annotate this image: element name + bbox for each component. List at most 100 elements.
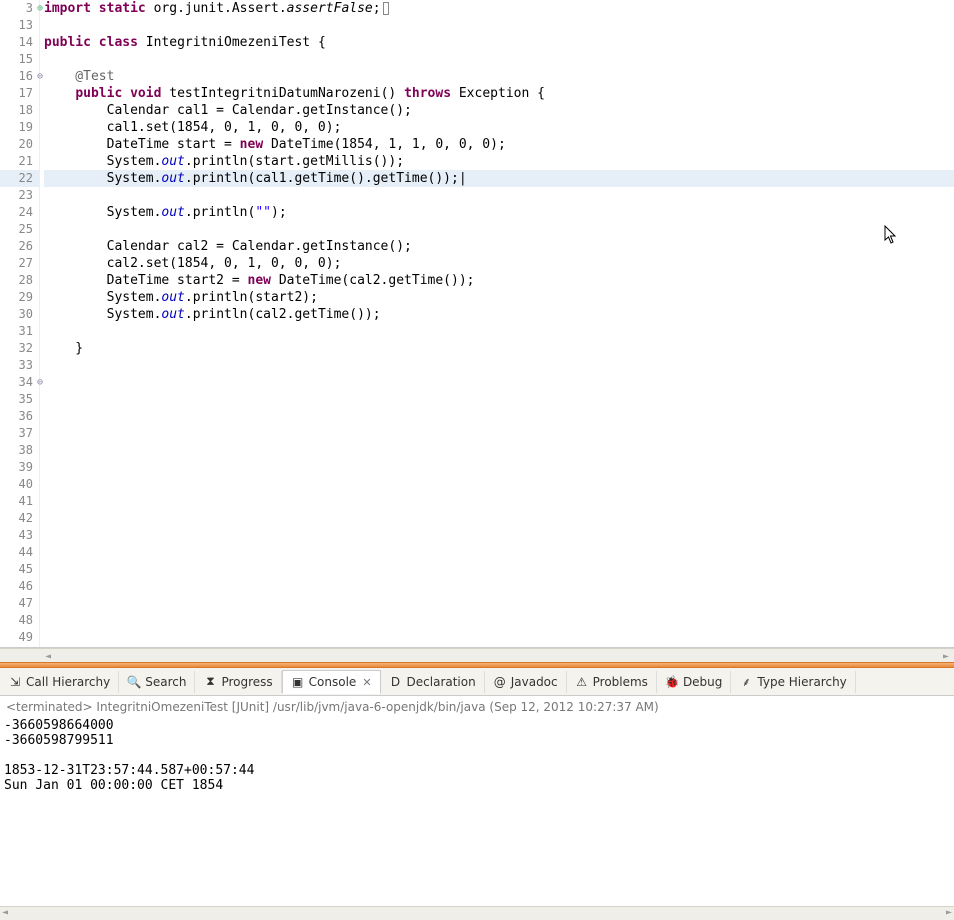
code-line[interactable]: DateTime start = new DateTime(1854, 1, 1… <box>44 136 954 153</box>
tab-label: Debug <box>683 675 722 689</box>
line-number: 27 <box>0 255 39 272</box>
code-line[interactable] <box>44 510 954 527</box>
code-line[interactable]: } <box>44 340 954 357</box>
line-number: 24 <box>0 204 39 221</box>
line-number: 47 <box>0 595 39 612</box>
tab-declaration[interactable]: D Declaration <box>381 671 485 693</box>
debug-icon: 🐞 <box>665 675 679 689</box>
tab-label: Javadoc <box>511 675 558 689</box>
line-number: 46 <box>0 578 39 595</box>
line-number: 48 <box>0 612 39 629</box>
code-line[interactable]: cal2.set(1854, 0, 1, 0, 0, 0); <box>44 255 954 272</box>
code-editor[interactable]: 3131415161718192021222324252627282930313… <box>0 0 954 648</box>
code-line[interactable] <box>44 527 954 544</box>
line-number: 40 <box>0 476 39 493</box>
code-line[interactable] <box>44 51 954 68</box>
line-number: 25 <box>0 221 39 238</box>
tab-problems[interactable]: ⚠ Problems <box>567 671 657 693</box>
code-line[interactable]: cal1.set(1854, 0, 1, 0, 0, 0); <box>44 119 954 136</box>
problems-icon: ⚠ <box>575 675 589 689</box>
tab-label: Console <box>309 675 357 689</box>
line-number: 20 <box>0 136 39 153</box>
line-number: 39 <box>0 459 39 476</box>
line-number: 45 <box>0 561 39 578</box>
line-number: 3 <box>0 0 39 17</box>
code-line[interactable]: public class IntegritniOmezeniTest { <box>44 34 954 51</box>
code-line[interactable]: Calendar cal1 = Calendar.getInstance(); <box>44 102 954 119</box>
line-number: 41 <box>0 493 39 510</box>
code-line[interactable] <box>44 612 954 629</box>
tab-debug[interactable]: 🐞 Debug <box>657 671 731 693</box>
code-line[interactable]: System.out.println(""); <box>44 204 954 221</box>
tab-javadoc[interactable]: @Javadoc <box>485 671 567 693</box>
tab-search[interactable]: 🔍Search <box>119 671 195 693</box>
close-icon[interactable]: ✕ <box>362 676 371 689</box>
line-number: 26 <box>0 238 39 255</box>
code-area[interactable]: import static org.junit.Assert.assertFal… <box>40 0 954 647</box>
code-line[interactable] <box>44 561 954 578</box>
line-number: 23 <box>0 187 39 204</box>
line-number: 17 <box>0 85 39 102</box>
scroll-right-icon[interactable]: ► <box>938 649 954 663</box>
code-line[interactable]: public void testIntegritniDatumNarozeni(… <box>44 85 954 102</box>
code-line[interactable] <box>44 544 954 561</box>
line-number: 42 <box>0 510 39 527</box>
editor-horizontal-scrollbar[interactable]: ◄ ► <box>0 648 954 662</box>
tab-label: Progress <box>221 675 272 689</box>
code-line[interactable] <box>44 578 954 595</box>
tab-call-hierarchy[interactable]: ⇲Call Hierarchy <box>0 671 119 693</box>
code-line[interactable] <box>44 323 954 340</box>
code-line[interactable]: System.out.println(cal2.getTime()); <box>44 306 954 323</box>
console-output[interactable]: -3660598664000 -3660598799511 1853-12-31… <box>0 718 954 906</box>
code-line[interactable] <box>44 629 954 646</box>
line-number: 13 <box>0 17 39 34</box>
tab-label: Declaration <box>407 675 476 689</box>
line-number: 32 <box>0 340 39 357</box>
code-line[interactable]: DateTime start2 = new DateTime(cal2.getT… <box>44 272 954 289</box>
tab-console[interactable]: ▣ Console ✕ <box>282 670 381 694</box>
declaration-icon: D <box>389 675 403 689</box>
code-line[interactable]: @Test <box>44 68 954 85</box>
line-number: 15 <box>0 51 39 68</box>
tab-progress[interactable]: ⧗ Progress <box>195 671 281 693</box>
line-number: 33 <box>0 357 39 374</box>
code-line[interactable]: Calendar cal2 = Calendar.getInstance(); <box>44 238 954 255</box>
line-number: 14 <box>0 34 39 51</box>
code-line[interactable] <box>44 442 954 459</box>
tab-label: Problems <box>593 675 648 689</box>
code-line[interactable] <box>44 374 954 391</box>
line-number: 31 <box>0 323 39 340</box>
code-line[interactable] <box>44 408 954 425</box>
search-icon: 🔍 <box>127 675 141 689</box>
line-number: 18 <box>0 102 39 119</box>
line-number: 29 <box>0 289 39 306</box>
code-line[interactable] <box>44 595 954 612</box>
scroll-left-icon[interactable]: ◄ <box>40 649 56 663</box>
line-number: 38 <box>0 442 39 459</box>
tab-type-hierarchy[interactable]: ⸙Type Hierarchy <box>731 671 855 693</box>
code-line[interactable] <box>44 459 954 476</box>
line-number: 36 <box>0 408 39 425</box>
line-number-gutter: 3131415161718192021222324252627282930313… <box>0 0 40 647</box>
view-tabs: ⇲Call Hierarchy🔍Search ⧗ Progress ▣ Console ✕… <box>0 668 954 696</box>
line-number: 28 <box>0 272 39 289</box>
code-line[interactable]: import static org.junit.Assert.assertFal… <box>44 0 954 17</box>
code-line[interactable] <box>44 493 954 510</box>
code-line[interactable]: System.out.println(cal1.getTime().getTim… <box>44 170 954 187</box>
line-number: 44 <box>0 544 39 561</box>
code-line[interactable] <box>44 187 954 204</box>
progress-icon: ⧗ <box>203 675 217 689</box>
code-line[interactable] <box>44 221 954 238</box>
code-line[interactable] <box>44 476 954 493</box>
code-line[interactable] <box>44 17 954 34</box>
tab-label: Type Hierarchy <box>757 675 846 689</box>
code-line[interactable] <box>44 357 954 374</box>
line-number: 19 <box>0 119 39 136</box>
console-icon: ▣ <box>291 675 305 689</box>
code-line[interactable]: System.out.println(start.getMillis()); <box>44 153 954 170</box>
code-line[interactable] <box>44 425 954 442</box>
code-line[interactable]: System.out.println(start2); <box>44 289 954 306</box>
line-number: 49 <box>0 629 39 646</box>
console-horizontal-scrollbar[interactable] <box>0 906 954 920</box>
code-line[interactable] <box>44 391 954 408</box>
